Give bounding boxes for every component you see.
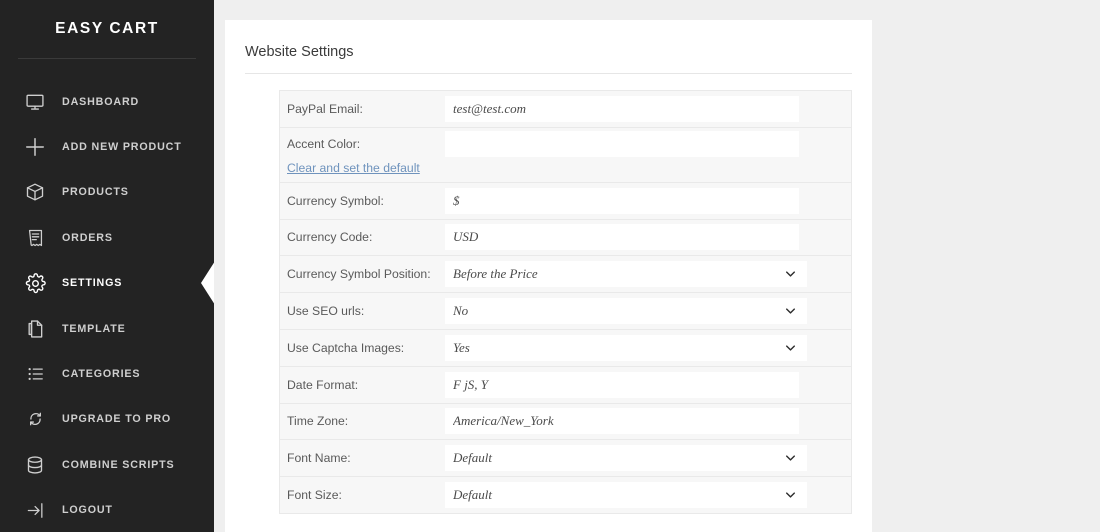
- select-currency-symbol-position[interactable]: [445, 261, 807, 288]
- sidebar-item-add-new-product[interactable]: ADD NEW PRODUCT: [0, 124, 214, 169]
- sidebar-item-label: ORDERS: [62, 231, 113, 244]
- sidebar-item-label: UPGRADE TO PRO: [62, 413, 172, 426]
- box-icon: [22, 180, 48, 204]
- field-label: Currency Symbol:: [287, 193, 384, 208]
- field-wrapper: [445, 298, 807, 325]
- form-row: Accent Color: Clear and set the default: [279, 126, 852, 183]
- sidebar-divider: [18, 58, 196, 59]
- sidebar-item-categories[interactable]: CATEGORIES: [0, 351, 214, 396]
- active-indicator-arrow: [201, 261, 214, 306]
- sidebar-item-products[interactable]: PRODUCTS: [0, 170, 214, 215]
- form-row: Use SEO urls:: [279, 292, 852, 330]
- field-label: Use SEO urls:: [287, 304, 365, 319]
- sidebar-item-label: COMBINE SCRIPTS: [62, 458, 175, 471]
- form-row: PayPal Email:: [279, 90, 852, 128]
- select-font-name[interactable]: [445, 445, 807, 472]
- input-date-format[interactable]: [445, 371, 799, 398]
- form-row: Currency Symbol Position:: [279, 255, 852, 294]
- input-currency-symbol[interactable]: [445, 187, 799, 214]
- field-wrapper: [445, 371, 799, 398]
- select-use-captcha-images[interactable]: [445, 334, 807, 361]
- brand-label: EASY CART: [55, 20, 159, 37]
- form-row: Font Name:: [279, 439, 852, 478]
- field-label: Accent Color:: [287, 136, 361, 151]
- page-title: Website Settings: [245, 44, 354, 60]
- sidebar-item-orders[interactable]: ORDERS: [0, 215, 214, 260]
- form-row: Font Size:: [279, 476, 852, 514]
- gear-icon: [22, 271, 48, 295]
- sidebar-item-label: ADD NEW PRODUCT: [62, 141, 182, 154]
- field-label: Currency Symbol Position:: [287, 267, 431, 282]
- plus-icon: [22, 135, 48, 159]
- monitor-icon: [22, 90, 48, 114]
- input-currency-code[interactable]: [445, 224, 799, 251]
- input-paypal-email[interactable]: [445, 95, 799, 122]
- field-label: Use Captcha Images:: [287, 340, 405, 355]
- field-wrapper: [445, 445, 807, 472]
- database-icon: [22, 453, 48, 477]
- logout-icon: [22, 498, 48, 522]
- list-icon: [22, 362, 48, 386]
- field-label: Time Zone:: [287, 414, 349, 429]
- title-divider: [245, 73, 852, 74]
- main-content: Website Settings PayPal Email: Accent Col…: [214, 0, 1100, 532]
- field-wrapper: [445, 95, 799, 122]
- sidebar-item-combine-scripts[interactable]: COMBINE SCRIPTS: [0, 442, 214, 487]
- field-wrapper: [445, 224, 799, 251]
- sidebar-item-logout[interactable]: LOGOUT: [0, 488, 214, 532]
- sidebar-item-settings[interactable]: SETTINGS: [0, 261, 214, 306]
- field-wrapper: [445, 482, 807, 509]
- brand-logo[interactable]: EASY CART: [0, 0, 214, 58]
- input-accent-color[interactable]: [445, 130, 799, 157]
- form-row: Date Format:: [279, 365, 852, 404]
- form-row: Time Zone:: [279, 402, 852, 441]
- sidebar-item-label: CATEGORIES: [62, 368, 141, 381]
- refresh-icon: [22, 407, 48, 431]
- field-wrapper: [445, 334, 807, 361]
- field-label: Currency Code:: [287, 230, 373, 245]
- sidebar-item-label: LOGOUT: [62, 504, 113, 517]
- field-wrapper: [445, 261, 807, 288]
- settings-card: Website Settings PayPal Email: Accent Col…: [225, 20, 872, 532]
- app-root: EASY CART DASHBOARD ADD NEW PRODUCT PRODUC…: [0, 0, 1100, 532]
- field-label: Font Name:: [287, 451, 351, 466]
- settings-form: PayPal Email: Accent Color: Clear and set …: [279, 90, 852, 514]
- sidebar-item-label: SETTINGS: [62, 277, 123, 290]
- select-use-seo-urls[interactable]: [445, 298, 807, 325]
- sidebar-item-template[interactable]: TEMPLATE: [0, 306, 214, 351]
- form-row: Currency Code:: [279, 218, 852, 257]
- select-font-size[interactable]: [445, 482, 807, 509]
- field-label: Font Size:: [287, 488, 342, 503]
- sidebar-item-label: TEMPLATE: [62, 322, 126, 335]
- sidebar-item-label: DASHBOARD: [62, 95, 140, 108]
- sidebar-nav: DASHBOARD ADD NEW PRODUCT PRODUCTS ORDERS SE…: [0, 79, 214, 532]
- field-label: PayPal Email:: [287, 101, 363, 116]
- clear-and-set-default-link[interactable]: Clear and set the default: [287, 161, 420, 175]
- form-row: Use Captcha Images:: [279, 328, 852, 367]
- sidebar: EASY CART DASHBOARD ADD NEW PRODUCT PRODUC…: [0, 0, 214, 532]
- form-row: Currency Symbol:: [279, 181, 852, 220]
- sidebar-item-upgrade-to-pro[interactable]: UPGRADE TO PRO: [0, 397, 214, 442]
- sidebar-item-label: PRODUCTS: [62, 186, 129, 199]
- field-wrapper: [445, 187, 799, 214]
- receipt-icon: [22, 226, 48, 250]
- field-label: Date Format:: [287, 377, 359, 392]
- document-icon: [22, 317, 48, 341]
- input-time-zone[interactable]: [445, 408, 799, 435]
- field-wrapper: [445, 128, 799, 157]
- sidebar-item-dashboard[interactable]: DASHBOARD: [0, 79, 214, 124]
- field-wrapper: [445, 408, 799, 435]
